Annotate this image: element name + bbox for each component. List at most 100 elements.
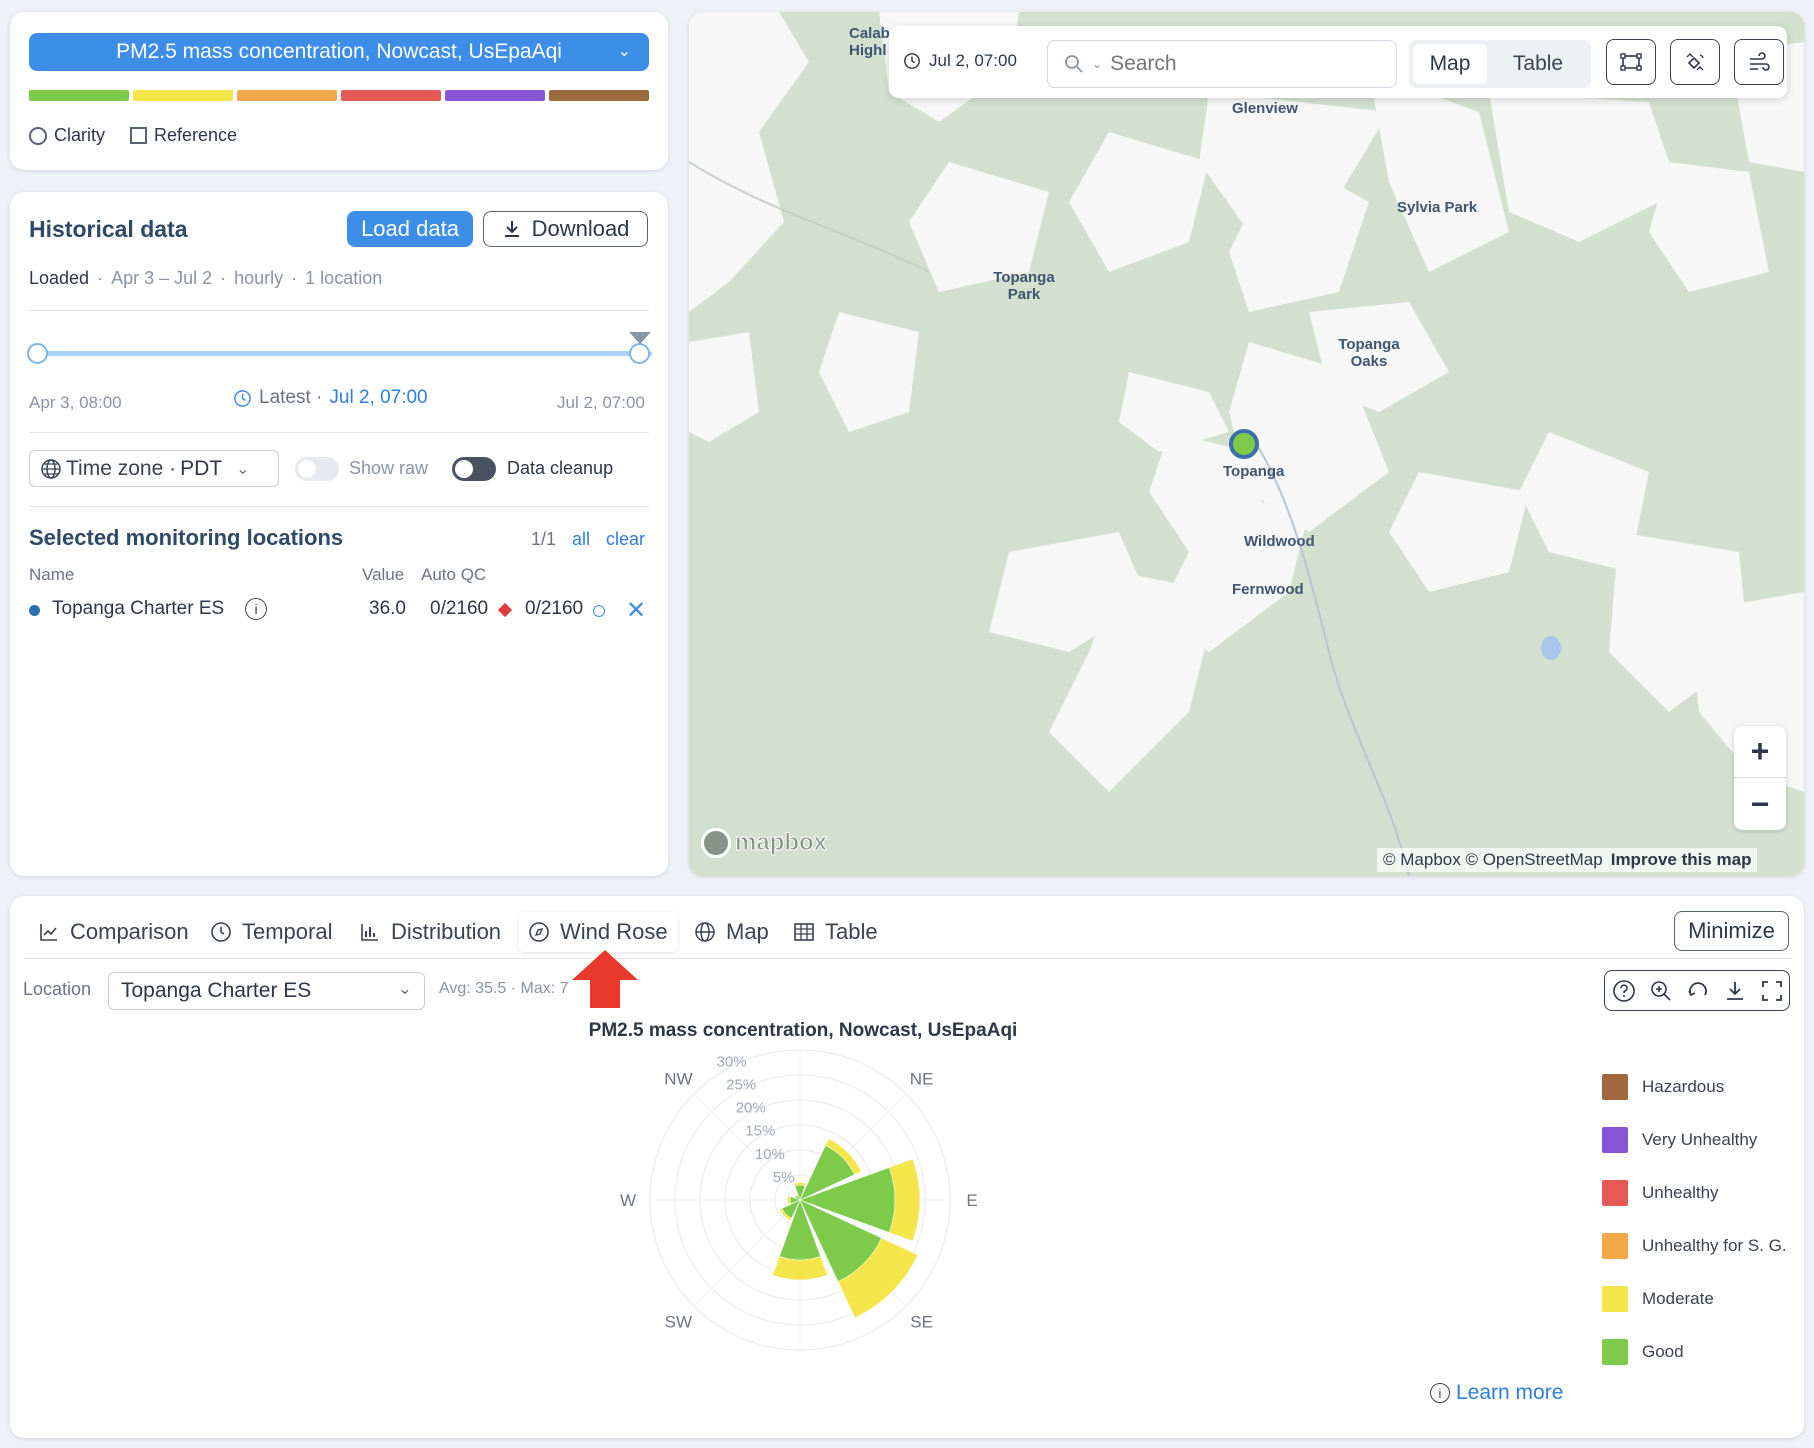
attribution-text[interactable]: © Mapbox © OpenStreetMap bbox=[1383, 850, 1603, 870]
tab-temporal-label: Temporal bbox=[242, 919, 333, 944]
reference-checkbox[interactable]: Reference bbox=[130, 125, 237, 146]
legend-item[interactable]: Moderate bbox=[1602, 1286, 1714, 1312]
map-label-fernwood: Fernwood bbox=[1232, 581, 1304, 598]
zoom-in-button[interactable]: + bbox=[1734, 726, 1786, 778]
tab-wind-rose[interactable]: Wind Rose bbox=[518, 912, 678, 952]
loaded-range: Apr 3 – Jul 2 bbox=[111, 268, 213, 288]
minimize-button[interactable]: Minimize bbox=[1674, 911, 1789, 951]
data-cleanup-toggle[interactable] bbox=[452, 457, 496, 481]
globe-icon bbox=[695, 922, 715, 942]
remove-location-button[interactable]: ✕ bbox=[626, 596, 646, 625]
legend-item[interactable]: Good bbox=[1602, 1339, 1684, 1365]
direction-label: E bbox=[966, 1191, 977, 1210]
time-slider-start-handle[interactable] bbox=[27, 343, 48, 364]
download-chart-button[interactable] bbox=[1716, 972, 1753, 1009]
column-header-name: Name bbox=[29, 565, 75, 584]
diamond-icon bbox=[497, 602, 513, 618]
direction-label: W bbox=[620, 1191, 636, 1210]
bounding-box-icon bbox=[1620, 53, 1642, 71]
loaded-label: Loaded bbox=[29, 268, 90, 288]
latest-time: Jul 2, 07:00 bbox=[329, 387, 428, 408]
line-chart-icon bbox=[40, 924, 57, 941]
pollutant-card: PM2.5 mass concentration, Nowcast, UsEpa… bbox=[10, 12, 668, 170]
aqi-color-scale bbox=[29, 90, 649, 101]
search-icon bbox=[1065, 55, 1083, 73]
wind-icon bbox=[1750, 52, 1770, 71]
checkbox-square-icon bbox=[130, 127, 147, 144]
tab-table[interactable]: Table bbox=[783, 912, 888, 952]
compass-icon bbox=[529, 922, 549, 942]
learn-more-link[interactable]: i Learn more bbox=[1430, 1381, 1563, 1405]
show-raw-toggle[interactable] bbox=[295, 457, 339, 481]
mapbox-logo-icon bbox=[701, 828, 731, 858]
historical-title: Historical data bbox=[29, 216, 188, 242]
loaded-interval: hourly bbox=[234, 268, 284, 288]
map-tab[interactable]: Map bbox=[1413, 44, 1487, 84]
improve-map-link[interactable]: Improve this map bbox=[1611, 850, 1752, 870]
download-icon bbox=[504, 221, 519, 237]
pollutant-selector[interactable]: PM2.5 mass concentration, Nowcast, UsEpa… bbox=[29, 33, 649, 71]
monitor-marker[interactable] bbox=[1229, 429, 1259, 459]
help-button[interactable] bbox=[1605, 972, 1642, 1009]
map-time-display[interactable]: Jul 2, 07:00 bbox=[903, 51, 1017, 71]
load-data-button[interactable]: Load data bbox=[347, 211, 473, 247]
zoom-in-icon bbox=[1650, 980, 1671, 1001]
help-icon bbox=[1612, 979, 1635, 1002]
tab-temporal[interactable]: Temporal bbox=[200, 912, 342, 952]
latest-time-link[interactable]: Latest · Jul 2, 07:00 bbox=[233, 387, 428, 409]
fit-bounds-button[interactable] bbox=[1606, 39, 1656, 85]
location-filter-select[interactable]: Topanga Charter ES ⌄ bbox=[108, 972, 425, 1010]
zoom-button[interactable] bbox=[1642, 972, 1679, 1009]
wind-rose-chart[interactable]: 5% 10% 15% 20% 25% 30% NE E SE SW W NW bbox=[560, 1050, 1060, 1390]
map-toolbar: Jul 2, 07:00 ⌄ Map Table bbox=[889, 26, 1787, 98]
table-tab[interactable]: Table bbox=[1491, 44, 1585, 84]
legend-label: Moderate bbox=[1642, 1289, 1714, 1308]
direction-label: SW bbox=[665, 1313, 692, 1332]
table-icon bbox=[794, 923, 814, 941]
map-search-field[interactable]: ⌄ bbox=[1047, 40, 1397, 88]
fullscreen-button[interactable] bbox=[1753, 972, 1790, 1009]
selected-count: 1/1 bbox=[531, 529, 557, 549]
aqi-scale-segment bbox=[549, 90, 649, 101]
legend-item[interactable]: Hazardous bbox=[1602, 1074, 1724, 1100]
download-button[interactable]: Download bbox=[483, 211, 648, 247]
reset-icon bbox=[1687, 981, 1707, 996]
circle-icon bbox=[593, 605, 605, 617]
tab-distribution[interactable]: Distribution bbox=[349, 912, 511, 952]
clear-selection-link[interactable]: clear bbox=[606, 529, 645, 550]
satellite-button[interactable] bbox=[1670, 39, 1720, 85]
tab-map-label: Map bbox=[726, 919, 769, 944]
download-label: Download bbox=[531, 216, 630, 241]
legend-item[interactable]: Unhealthy bbox=[1602, 1180, 1719, 1206]
legend-label: Hazardous bbox=[1642, 1077, 1725, 1096]
chevron-down-icon: ⌄ bbox=[236, 460, 250, 478]
legend-swatch bbox=[1602, 1339, 1628, 1365]
select-all-link[interactable]: all bbox=[572, 529, 590, 550]
location-stats: Avg: 35.5 · Max: 7 bbox=[439, 980, 569, 997]
bar-chart-icon bbox=[361, 924, 378, 941]
legend-item[interactable]: Very Unhealthy bbox=[1602, 1127, 1757, 1153]
chevron-down-icon: ⌄ bbox=[397, 979, 412, 998]
legend-item[interactable]: Unhealthy for S. G. bbox=[1602, 1233, 1787, 1259]
map-search-input[interactable] bbox=[1110, 52, 1361, 76]
aqi-scale-segment bbox=[237, 90, 337, 101]
zoom-out-button[interactable]: − bbox=[1734, 778, 1786, 830]
table-row[interactable]: Topanga Charter ES i 36.0 0/2160 0/2160 … bbox=[29, 596, 649, 626]
fullscreen-icon bbox=[1761, 980, 1782, 1001]
loaded-summary: Loaded · Apr 3 – Jul 2 · hourly · 1 loca… bbox=[29, 268, 383, 288]
map-label-topanga-oaks: Topanga Oaks bbox=[1338, 336, 1400, 370]
mapbox-logo[interactable]: mapbox bbox=[701, 828, 828, 858]
tab-wind-rose-label: Wind Rose bbox=[560, 919, 668, 944]
wind-layer-button[interactable] bbox=[1734, 39, 1784, 85]
tab-map[interactable]: Map bbox=[684, 912, 779, 952]
timezone-select[interactable]: Time zone · PDT ⌄ bbox=[29, 450, 279, 487]
chart-title: PM2.5 mass concentration, Nowcast, UsEpa… bbox=[588, 1020, 1018, 1041]
map-panel[interactable]: Calab… Highl Glenview Sylvia Park Topang… bbox=[689, 12, 1804, 876]
time-slider-track[interactable] bbox=[38, 351, 652, 356]
reset-button[interactable] bbox=[1679, 972, 1716, 1009]
clarity-radio[interactable]: Clarity bbox=[29, 125, 105, 146]
tab-comparison[interactable]: Comparison bbox=[28, 912, 199, 952]
radial-tick-label: 10% bbox=[755, 1146, 785, 1163]
info-icon[interactable]: i bbox=[245, 598, 267, 620]
time-slider-end-handle[interactable] bbox=[629, 343, 650, 364]
